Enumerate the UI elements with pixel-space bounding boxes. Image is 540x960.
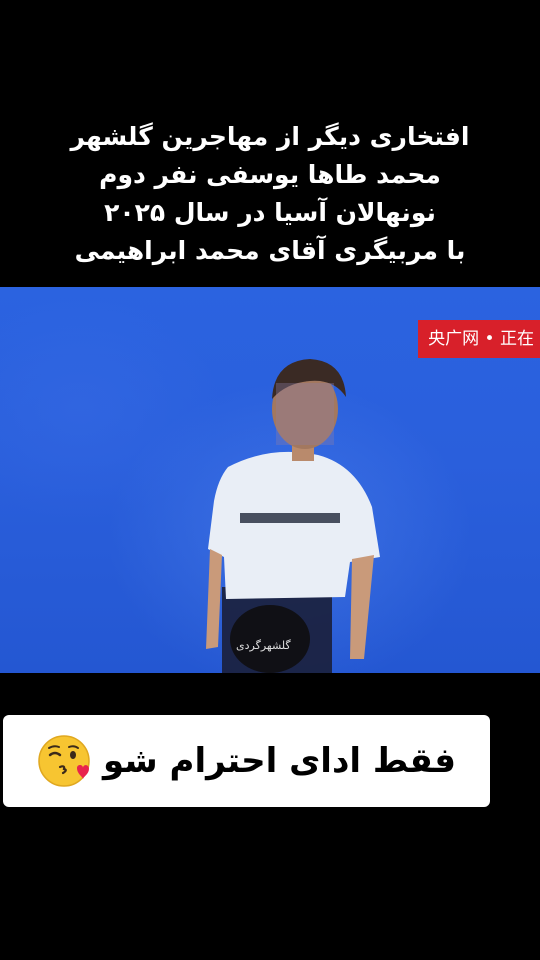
face-blowing-kiss-icon xyxy=(38,735,90,787)
comment-text: فقط ادای احترام شو xyxy=(102,741,457,781)
caption-line-4: با مربیگری آقای محمد ابراهیمی xyxy=(74,236,466,265)
video-frame[interactable]: 央广网 • 正在 گلشهرگردی xyxy=(0,287,540,673)
broadcast-logo: 央广网 • 正在 xyxy=(418,320,540,358)
comment-sticker[interactable]: فقط ادای احترام شو xyxy=(3,715,490,807)
caption-line-2: محمد طاها یوسفی نفر دوم xyxy=(99,160,441,189)
watermark: گلشهرگردی xyxy=(236,639,291,652)
video-caption: افتخاری دیگر از مهاجرین گلشهر محمد طاها … xyxy=(0,118,540,270)
caption-line-1: افتخاری دیگر از مهاجرین گلشهر xyxy=(70,122,470,151)
caption-line-3: نونهالان آسیا در سال ۲۰۲۵ xyxy=(104,198,436,227)
